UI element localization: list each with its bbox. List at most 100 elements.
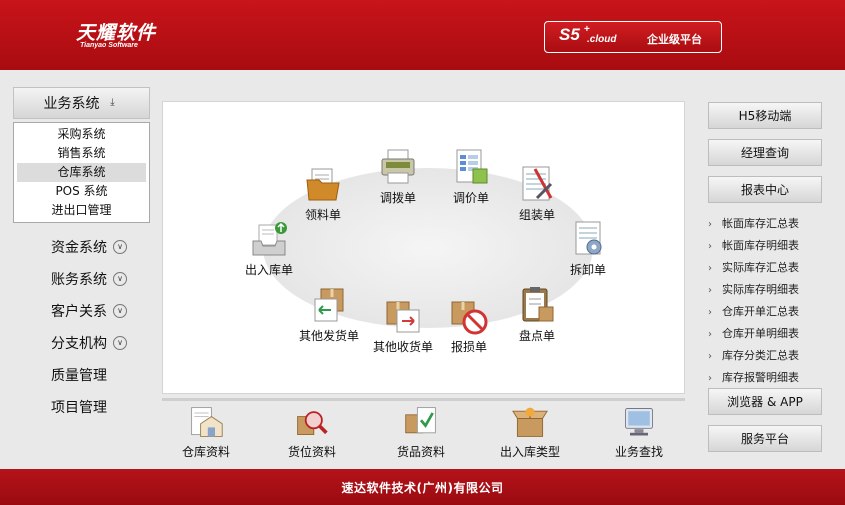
report-item-stock-category-summary[interactable]: › 库存分类汇总表 xyxy=(708,345,823,367)
report-item-label: 实际库存明细表 xyxy=(722,283,799,296)
module-transfer-order[interactable]: 调拨单 xyxy=(378,147,418,206)
submenu-item-purchase[interactable]: 采购系统 xyxy=(17,125,146,144)
printer-icon xyxy=(381,149,415,184)
nav-item-label: 项目管理 xyxy=(51,400,107,416)
nav-item-funds[interactable]: 资金系统 ∨ xyxy=(13,231,150,263)
module-label: 其他收货单 xyxy=(373,340,434,354)
module-in-out-type[interactable]: 出入库类型 xyxy=(500,404,560,460)
module-label: 调拨单 xyxy=(379,191,416,205)
manager-query-button[interactable]: 经理查询 xyxy=(708,139,822,166)
goods-check-icon xyxy=(405,407,436,434)
nav-item-label: 质量管理 xyxy=(51,368,107,384)
module-label: 拆卸单 xyxy=(569,263,606,277)
module-label: 出入库类型 xyxy=(500,445,561,459)
report-item-warehouse-order-detail[interactable]: › 仓库开单明细表 xyxy=(708,323,823,345)
chevron-down-icon: ⤓ xyxy=(110,97,115,108)
h5-mobile-button[interactable]: H5移动端 xyxy=(708,102,822,129)
browser-app-button[interactable]: 浏览器 & APP xyxy=(708,388,822,415)
submenu-item-warehouse[interactable]: 仓库系统 xyxy=(17,163,146,182)
report-item-label: 仓库开单汇总表 xyxy=(722,305,799,318)
module-label: 领料单 xyxy=(304,208,341,222)
chevron-down-icon: ∨ xyxy=(113,304,127,318)
nav-business-system[interactable]: 业务系统 ⤓ xyxy=(13,87,150,119)
nav-item-projects[interactable]: 项目管理 xyxy=(13,391,150,423)
report-item-label: 帐面库存汇总表 xyxy=(722,217,799,230)
service-platform-button[interactable]: 服务平台 xyxy=(708,425,822,452)
report-item-stock-alert-detail[interactable]: › 库存报警明细表 xyxy=(708,367,823,389)
box-in-icon xyxy=(386,301,420,333)
module-label: 报损单 xyxy=(450,340,487,354)
report-item-warehouse-order-summary[interactable]: › 仓库开单汇总表 xyxy=(708,301,823,323)
inbox-tray-icon xyxy=(252,222,287,256)
module-other-delivery[interactable]: 其他发货单 xyxy=(299,285,359,344)
chevron-right-icon: › xyxy=(708,263,712,274)
nav-item-branches[interactable]: 分支机构 ∨ xyxy=(13,327,150,359)
report-item-label: 仓库开单明细表 xyxy=(722,327,799,340)
app-footer: 速达软件技术(广州)有限公司 xyxy=(0,469,845,505)
submenu-item-import-export[interactable]: 进出口管理 xyxy=(17,201,146,220)
box-out-icon xyxy=(314,288,344,322)
module-in-out-order[interactable]: 出入库单 xyxy=(245,219,293,278)
report-item-label: 帐面库存明细表 xyxy=(722,239,799,252)
open-box-icon xyxy=(512,407,548,437)
chevron-right-icon: › xyxy=(708,285,712,296)
report-center-button[interactable]: 报表中心 xyxy=(708,176,822,203)
module-warehouse-info[interactable]: 仓库资料 xyxy=(182,404,230,460)
module-location-info[interactable]: 货位资料 xyxy=(288,404,336,460)
chevron-right-icon: › xyxy=(708,241,712,252)
module-label: 货位资料 xyxy=(288,445,337,459)
logo-text-en: Tianyao Software xyxy=(80,42,138,49)
report-item-book-stock-summary[interactable]: › 帐面库存汇总表 xyxy=(708,213,823,235)
module-label: 盘点单 xyxy=(518,329,555,343)
nav-groups: 资金系统 ∨ 账务系统 ∨ 客户关系 ∨ 分支机构 ∨ 质量管理 项目管理 xyxy=(13,231,150,423)
chevron-down-icon: ∨ xyxy=(113,240,127,254)
brand-cloud: .cloud xyxy=(587,34,617,45)
nav-item-accounting[interactable]: 账务系统 ∨ xyxy=(13,263,150,295)
module-goods-info[interactable]: 货品资料 xyxy=(397,404,445,460)
report-item-label: 库存报警明细表 xyxy=(722,371,799,384)
module-assembly-order[interactable]: 组装单 xyxy=(517,164,557,223)
module-damage-report[interactable]: 报损单 xyxy=(449,296,489,355)
nav-item-quality[interactable]: 质量管理 xyxy=(13,359,150,391)
box-damage-icon xyxy=(451,301,488,335)
report-item-label: 实际库存汇总表 xyxy=(722,261,799,274)
price-sheet-icon xyxy=(456,149,488,184)
right-panel: H5移动端 经理查询 报表中心 › 帐面库存汇总表 › 帐面库存明细表 › 实际库存汇… xyxy=(708,102,823,389)
report-item-actual-stock-detail[interactable]: › 实际库存明细表 xyxy=(708,279,823,301)
nav-item-label: 资金系统 xyxy=(51,240,107,256)
nav-item-crm[interactable]: 客户关系 ∨ xyxy=(13,295,150,327)
module-business-search[interactable]: 业务查找 xyxy=(615,404,663,460)
clipboard-box-icon xyxy=(522,287,554,322)
module-label: 仓库资料 xyxy=(182,445,231,459)
panel-divider xyxy=(162,398,685,401)
chevron-right-icon: › xyxy=(708,329,712,340)
folder-doc-icon xyxy=(306,168,340,201)
module-other-receipt[interactable]: 其他收货单 xyxy=(373,296,433,355)
location-search-icon xyxy=(297,411,328,436)
brand-s5: S5 xyxy=(559,25,580,44)
business-submenu: 采购系统 销售系统 仓库系统 POS 系统 进出口管理 xyxy=(13,122,150,223)
warehouse-icon xyxy=(191,407,223,437)
report-item-book-stock-detail[interactable]: › 帐面库存明细表 xyxy=(708,235,823,257)
nav-item-label: 账务系统 xyxy=(51,272,107,288)
module-label: 出入库单 xyxy=(245,263,294,277)
module-disassembly-order[interactable]: 拆卸单 xyxy=(568,219,608,278)
app-header: 天耀软件 Tianyao Software S5 + .cloud 企业级平台 xyxy=(0,0,845,70)
module-label: 组装单 xyxy=(518,208,555,222)
chevron-down-icon: ∨ xyxy=(113,272,127,286)
footer-company-text: 速达软件技术(广州)有限公司 xyxy=(341,480,504,495)
module-stock-count[interactable]: 盘点单 xyxy=(517,285,557,344)
module-price-adjustment[interactable]: 调价单 xyxy=(451,147,491,206)
report-item-actual-stock-summary[interactable]: › 实际库存汇总表 xyxy=(708,257,823,279)
bottom-modules: 仓库资料 货位资料 货品资料 出入库类型 业务查找 xyxy=(162,402,685,464)
submenu-item-sales[interactable]: 销售系统 xyxy=(17,144,146,163)
chevron-right-icon: › xyxy=(708,351,712,362)
monitor-search-icon xyxy=(625,408,653,436)
brand-platform-text: 企业级平台 xyxy=(647,33,702,46)
module-material-requisition[interactable]: 领料单 xyxy=(303,164,343,223)
logo-text-cn: 天耀软件 xyxy=(76,22,157,44)
chevron-right-icon: › xyxy=(708,307,712,318)
left-nav: 业务系统 ⤓ 采购系统 销售系统 仓库系统 POS 系统 进出口管理 资金系统 … xyxy=(13,87,150,423)
nav-business-system-label: 业务系统 xyxy=(43,96,100,112)
submenu-item-pos[interactable]: POS 系统 xyxy=(17,182,146,201)
